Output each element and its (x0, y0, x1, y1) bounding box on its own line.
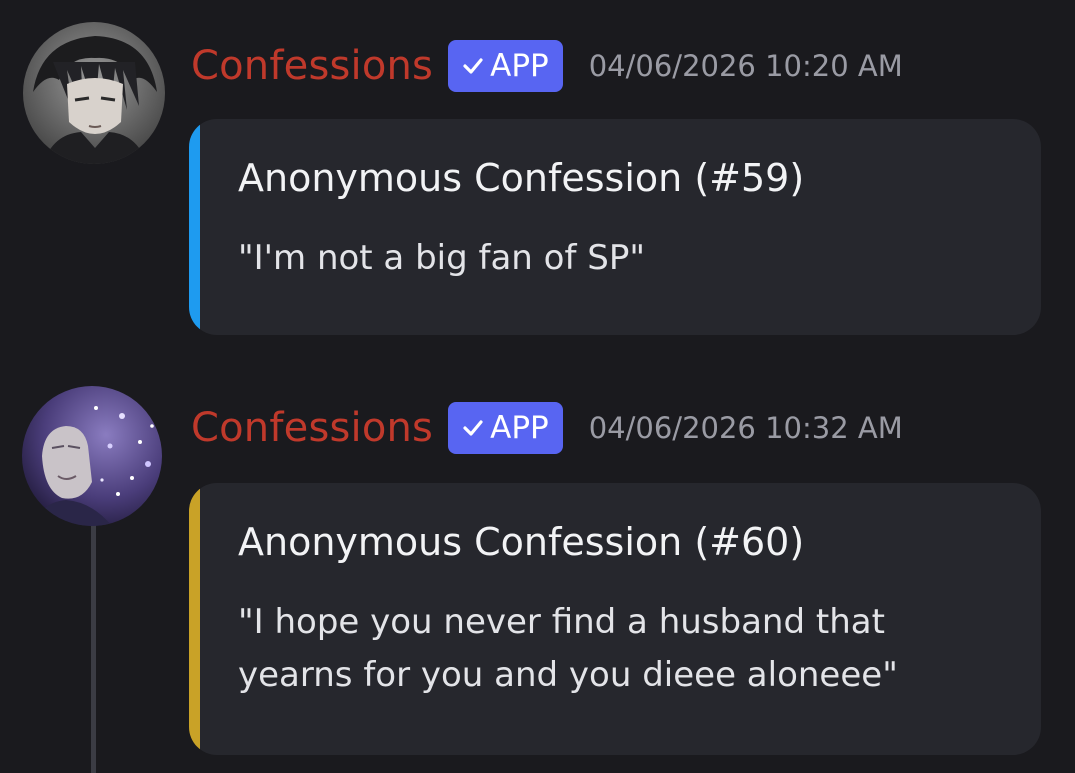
embed-title: Anonymous Confession (#59) (238, 156, 805, 200)
app-badge: APP (448, 40, 563, 92)
embed-accent-bar (189, 119, 200, 335)
embed-title: Anonymous Confession (#60) (238, 520, 805, 564)
embed: Anonymous Confession (#59) "I'm not a bi… (189, 119, 1041, 335)
timestamp[interactable]: 04/06/2026 10:20 AM (589, 51, 903, 81)
timestamp[interactable]: 04/06/2026 10:32 AM (589, 413, 903, 443)
checkmark-icon (463, 420, 483, 436)
avatar[interactable] (22, 386, 162, 526)
embed-description: "I hope you never find a husband that ye… (238, 602, 898, 695)
username[interactable]: Confessions (191, 46, 433, 86)
app-badge: APP (448, 402, 563, 454)
chat-view: Confessions APP 04/06/2026 10:20 AM Anon… (0, 0, 1075, 773)
username[interactable]: Confessions (191, 408, 433, 448)
avatar[interactable] (23, 22, 165, 164)
app-badge-label: APP (490, 47, 549, 84)
checkmark-icon (463, 58, 483, 74)
message-header: Confessions APP 04/06/2026 10:32 AM (191, 398, 903, 458)
embed-description: "I'm not a big fan of SP" (238, 238, 645, 278)
avatar-image (23, 22, 165, 164)
app-badge-label: APP (490, 409, 549, 446)
message-header: Confessions APP 04/06/2026 10:20 AM (191, 36, 903, 96)
thread-line (91, 524, 96, 773)
embed-accent-bar (189, 483, 200, 755)
avatar-image (22, 386, 162, 526)
embed: Anonymous Confession (#60) "I hope you n… (189, 483, 1041, 755)
